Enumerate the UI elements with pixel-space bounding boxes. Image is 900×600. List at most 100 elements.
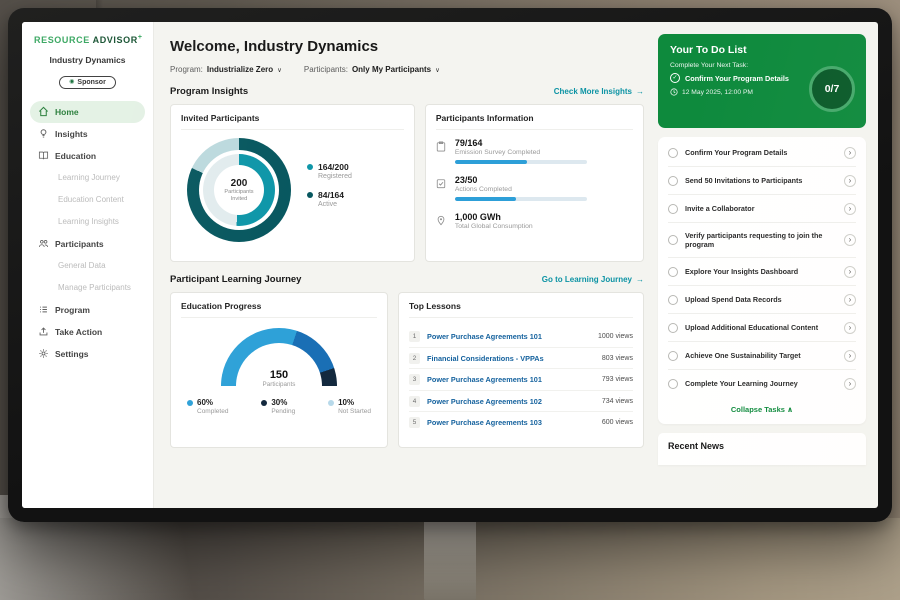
education-gauge-chart: 150 Participants (221, 328, 337, 386)
lesson-link[interactable]: Power Purchase Agreements 101 (427, 332, 591, 341)
lesson-link[interactable]: Power Purchase Agreements 102 (427, 397, 595, 406)
chevron-right-icon[interactable]: › (844, 294, 856, 306)
lesson-link[interactable]: Power Purchase Agreements 101 (427, 375, 595, 384)
screen: RESOURCE ADVISOR+ Industry Dynamics ◉ Sp… (22, 22, 878, 508)
task-row[interactable]: Confirm Your Program Details › (668, 139, 856, 167)
todo-next-task[interactable]: ✓ Confirm Your Program Details (670, 73, 812, 83)
lesson-rank: 4 (409, 396, 420, 407)
top-lessons-card: Top Lessons 1 Power Purchase Agreements … (398, 292, 644, 448)
task-row[interactable]: Achieve One Sustainability Target › (668, 342, 856, 370)
stat-emission-survey: 79/164 Emission Survey Completed (436, 138, 633, 164)
sidebar-item-manage-participants[interactable]: Manage Participants (30, 277, 145, 299)
progress-track (455, 160, 587, 164)
sponsor-badge-label: Sponsor (77, 79, 105, 86)
participants-dropdown[interactable]: Participants: Only My Participants ∨ (304, 65, 440, 74)
progress-fill (455, 197, 516, 201)
legend-dot (328, 400, 334, 406)
sidebar-item-education[interactable]: Education (30, 145, 145, 167)
task-row[interactable]: Explore Your Insights Dashboard › (668, 258, 856, 286)
org-name: Industry Dynamics (30, 55, 145, 65)
legend-dot (307, 164, 313, 170)
task-list-card: Confirm Your Program Details › Send 50 I… (658, 137, 866, 424)
lesson-views: 600 views (602, 419, 633, 426)
chevron-right-icon[interactable]: › (844, 175, 856, 187)
page-title: Welcome, Industry Dynamics (170, 38, 644, 55)
sidebar-item-label: Take Action (55, 327, 102, 337)
chevron-right-icon[interactable]: › (844, 350, 856, 362)
todo-panel: Your To Do List Complete Your Next Task:… (656, 22, 878, 508)
gauge-center: 150 Participants (221, 369, 337, 388)
lesson-link[interactable]: Financial Considerations - VPPAs (427, 354, 595, 363)
chevron-right-icon[interactable]: › (844, 266, 856, 278)
sidebar-item-learning-insights[interactable]: Learning Insights (30, 211, 145, 233)
task-checkbox[interactable] (668, 267, 678, 277)
lesson-row: 4 Power Purchase Agreements 102 734 view… (409, 391, 633, 413)
collapse-tasks-button[interactable]: Collapse Tasks ∧ (668, 397, 856, 422)
legend-item-pending: 30% Pending (261, 398, 295, 415)
location-pin-icon (436, 212, 447, 231)
task-row[interactable]: Verify participants requesting to join t… (668, 223, 856, 258)
clipboard-icon (436, 138, 447, 164)
sidebar-item-general-data[interactable]: General Data (30, 255, 145, 277)
go-to-learning-journey-link[interactable]: Go to Learning Journey → (542, 275, 644, 284)
legend-value: 164/200 (318, 162, 349, 172)
sidebar-item-settings[interactable]: Settings (30, 343, 145, 365)
chevron-right-icon[interactable]: › (844, 322, 856, 334)
task-checkbox[interactable] (668, 351, 678, 361)
task-row[interactable]: Upload Additional Educational Content › (668, 314, 856, 342)
task-row[interactable]: Send 50 Invitations to Participants › (668, 167, 856, 195)
task-checkbox[interactable] (668, 295, 678, 305)
chevron-right-icon[interactable]: › (844, 203, 856, 215)
legend-value: 30% (271, 398, 287, 407)
lesson-row: 3 Power Purchase Agreements 101 793 view… (409, 369, 633, 391)
lesson-row: 1 Power Purchase Agreements 101 1000 vie… (409, 326, 633, 348)
chevron-right-icon[interactable]: › (844, 147, 856, 159)
stat-value: 23/50 (455, 175, 587, 185)
link-label: Go to Learning Journey (542, 275, 632, 284)
chevron-down-icon: ∨ (435, 66, 440, 74)
sponsor-badge: ◉ Sponsor (59, 76, 116, 89)
task-checkbox[interactable] (668, 204, 678, 214)
lesson-link[interactable]: Power Purchase Agreements 103 (427, 418, 595, 427)
sidebar-item-take-action[interactable]: Take Action (30, 321, 145, 343)
gauge-center-value: 150 (221, 369, 337, 381)
donut-center-label: Participants Invited (219, 189, 259, 203)
sponsor-icon: ◉ (69, 79, 74, 85)
task-row[interactable]: Complete Your Learning Journey › (668, 370, 856, 397)
task-checkbox[interactable] (668, 235, 678, 245)
arrow-right-icon: → (636, 275, 644, 284)
legend-label: Active (307, 201, 352, 208)
sidebar-item-education-content[interactable]: Education Content (30, 189, 145, 211)
logo-plus: + (138, 34, 143, 41)
legend-dot (187, 400, 193, 406)
progress-track (455, 197, 587, 201)
sidebar-item-program[interactable]: Program (30, 299, 145, 321)
task-checkbox[interactable] (668, 176, 678, 186)
people-icon (38, 238, 49, 249)
sidebar-item-participants[interactable]: Participants (30, 233, 145, 255)
sponsor-badge-wrap: ◉ Sponsor (30, 70, 145, 89)
check-more-insights-link[interactable]: Check More Insights → (554, 87, 644, 96)
task-row[interactable]: Invite a Collaborator › (668, 195, 856, 223)
sidebar-item-home[interactable]: Home (30, 101, 145, 123)
arrow-right-icon: → (636, 87, 644, 96)
program-dropdown[interactable]: Program: Industrialize Zero ∨ (170, 65, 282, 74)
chevron-down-icon: ∨ (277, 66, 282, 74)
participants-value: Only My Participants (352, 65, 431, 74)
chevron-right-icon[interactable]: › (844, 234, 856, 246)
sidebar-item-label: Program (55, 305, 90, 315)
sidebar-item-label: Insights (55, 129, 88, 139)
sidebar-item-learning-journey[interactable]: Learning Journey (30, 167, 145, 189)
sidebar-item-insights[interactable]: Insights (30, 123, 145, 145)
task-checkbox[interactable] (668, 379, 678, 389)
task-row[interactable]: Upload Spend Data Records › (668, 286, 856, 314)
chevron-right-icon[interactable]: › (844, 378, 856, 390)
task-label: Upload Spend Data Records (685, 295, 837, 305)
legend-label: Registered (307, 173, 352, 180)
task-checkbox[interactable] (668, 323, 678, 333)
lesson-rank: 2 (409, 353, 420, 364)
chevron-up-icon: ∧ (787, 405, 793, 414)
task-label: Send 50 Invitations to Participants (685, 176, 837, 186)
task-checkbox[interactable] (668, 148, 678, 158)
program-insights-header: Program Insights Check More Insights → (170, 86, 644, 97)
